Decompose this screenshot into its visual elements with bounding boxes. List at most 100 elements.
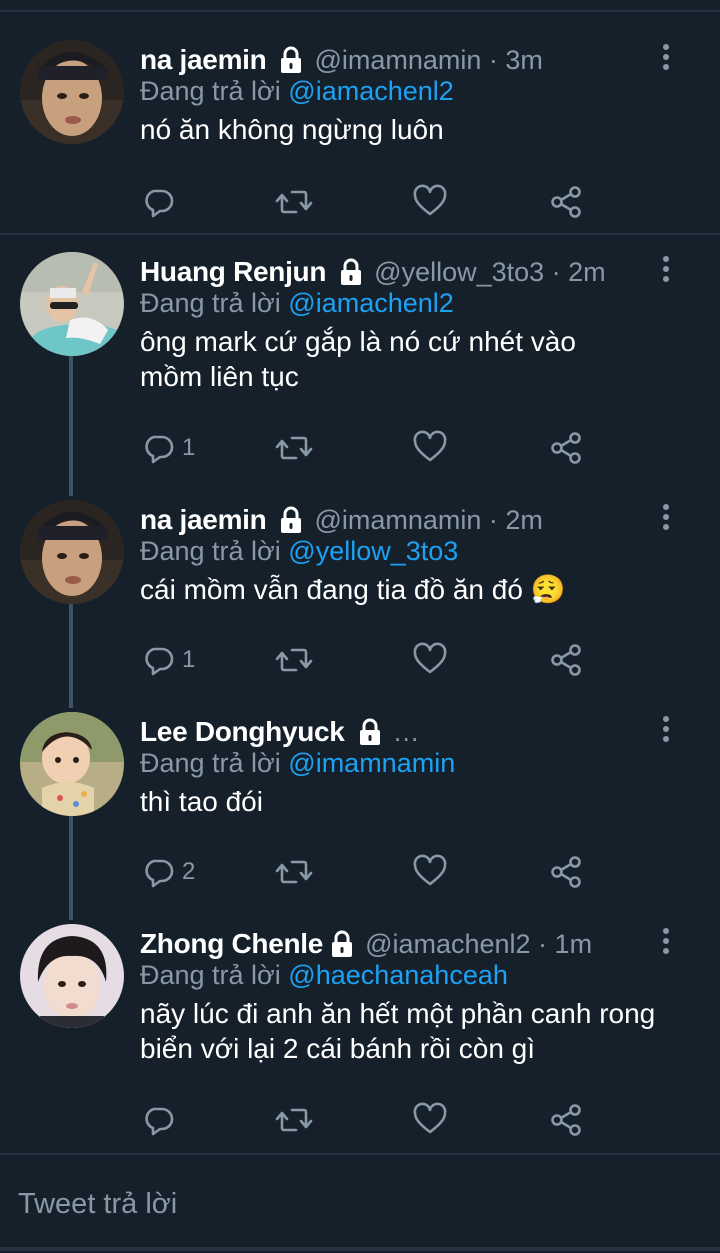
share-icon bbox=[551, 432, 581, 464]
reply-button[interactable] bbox=[140, 1102, 182, 1138]
retweet-icon bbox=[275, 436, 313, 460]
top-divider bbox=[0, 10, 720, 12]
share-icon bbox=[551, 644, 581, 676]
more-vertical-icon[interactable] bbox=[658, 928, 674, 958]
like-icon bbox=[413, 1102, 447, 1134]
like-button[interactable] bbox=[412, 430, 448, 466]
like-icon bbox=[413, 430, 447, 462]
tweet-text: nó ăn không ngừng luôn bbox=[140, 114, 444, 145]
retweet-button[interactable] bbox=[274, 1102, 314, 1138]
more-vertical-icon[interactable] bbox=[658, 504, 674, 534]
replying-prefix: Đang trả lời bbox=[140, 960, 281, 990]
like-button[interactable] bbox=[412, 642, 448, 678]
retweet-icon bbox=[275, 1108, 313, 1132]
retweet-button[interactable] bbox=[274, 854, 314, 890]
reply-count: 1 bbox=[182, 646, 196, 673]
reply-button[interactable] bbox=[140, 184, 182, 220]
display-name[interactable]: na jaemin bbox=[140, 44, 267, 76]
tweet[interactable]: na jaemin @imamnamin · 2m Đang trả lời @… bbox=[0, 500, 720, 690]
tweet-actions bbox=[140, 184, 600, 220]
replying-to: Đang trả lời @iamachenl2 bbox=[140, 288, 454, 319]
reply-button[interactable]: 1 bbox=[140, 642, 195, 678]
like-icon bbox=[413, 854, 447, 886]
reply-composer bbox=[0, 1153, 720, 1253]
mention-link[interactable]: @iamachenl2 bbox=[288, 76, 454, 106]
retweet-icon bbox=[275, 648, 313, 672]
like-button[interactable] bbox=[412, 854, 448, 890]
reply-input[interactable] bbox=[16, 1181, 700, 1227]
username-and-time[interactable]: @imamnamin · 2m bbox=[314, 505, 542, 536]
lock-icon bbox=[327, 929, 357, 959]
share-button[interactable] bbox=[548, 854, 584, 890]
tweet-text: ông mark cứ gắp là nó cứ nhét vào mồm li… bbox=[140, 326, 576, 392]
mention-link[interactable]: @iamachenl2 bbox=[288, 288, 454, 318]
username-and-time[interactable]: @yellow_3to3 · 2m bbox=[374, 257, 606, 288]
username-and-time[interactable]: @imamnamin · 3m bbox=[314, 45, 542, 76]
retweet-button[interactable] bbox=[274, 184, 314, 220]
share-button[interactable] bbox=[548, 184, 584, 220]
mention-link[interactable]: @haechanahceah bbox=[288, 960, 508, 990]
mention-link[interactable]: @imamnamin bbox=[288, 748, 455, 778]
tweet[interactable]: Huang Renjun @yellow_3to3 · 2m Đang trả … bbox=[0, 252, 720, 482]
share-button[interactable] bbox=[548, 430, 584, 466]
replying-to: Đang trả lời @iamachenl2 bbox=[140, 76, 454, 107]
username-and-time[interactable]: … bbox=[393, 717, 420, 748]
replying-to: Đang trả lời @imamnamin bbox=[140, 748, 455, 779]
bottom-divider bbox=[0, 1247, 720, 1251]
reply-icon bbox=[145, 189, 174, 218]
share-icon bbox=[551, 856, 581, 888]
reply-icon bbox=[145, 859, 174, 888]
like-icon bbox=[413, 642, 447, 674]
display-name[interactable]: Lee Donghyuck bbox=[140, 716, 345, 748]
replying-prefix: Đang trả lời bbox=[140, 76, 281, 106]
tweet-actions: 1 bbox=[140, 642, 600, 678]
retweet-button[interactable] bbox=[274, 642, 314, 678]
tweet-actions: 1 bbox=[140, 430, 600, 466]
tweet-text: thì tao đói bbox=[140, 786, 263, 817]
display-name[interactable]: Huang Renjun bbox=[140, 256, 326, 288]
retweet-icon bbox=[275, 190, 313, 214]
lock-icon bbox=[276, 45, 306, 75]
replying-prefix: Đang trả lời bbox=[140, 536, 281, 566]
share-button[interactable] bbox=[548, 642, 584, 678]
replying-to: Đang trả lời @yellow_3to3 bbox=[140, 536, 458, 567]
tweet-actions bbox=[140, 1102, 600, 1138]
avatar[interactable] bbox=[20, 500, 124, 604]
like-icon bbox=[413, 184, 447, 216]
more-vertical-icon[interactable] bbox=[658, 716, 674, 746]
retweet-icon bbox=[275, 860, 313, 884]
reply-count: 1 bbox=[182, 434, 196, 461]
avatar[interactable] bbox=[20, 40, 124, 144]
more-vertical-icon[interactable] bbox=[658, 256, 674, 286]
reply-button[interactable]: 2 bbox=[140, 854, 195, 890]
retweet-button[interactable] bbox=[274, 430, 314, 466]
share-button[interactable] bbox=[548, 1102, 584, 1138]
like-button[interactable] bbox=[412, 1102, 448, 1138]
username-and-time[interactable]: @iamachenl2 · 1m bbox=[365, 929, 592, 960]
more-vertical-icon[interactable] bbox=[658, 44, 674, 74]
lock-icon bbox=[355, 717, 385, 747]
share-icon bbox=[551, 186, 581, 218]
reply-count: 2 bbox=[182, 858, 196, 885]
avatar[interactable] bbox=[20, 924, 124, 1028]
tweet-actions: 2 bbox=[140, 854, 600, 890]
mention-link[interactable]: @yellow_3to3 bbox=[288, 536, 458, 566]
like-button[interactable] bbox=[412, 184, 448, 220]
replying-prefix: Đang trả lời bbox=[140, 288, 281, 318]
tweet-divider bbox=[0, 233, 720, 235]
reply-button[interactable]: 1 bbox=[140, 430, 195, 466]
avatar[interactable] bbox=[20, 712, 124, 816]
reply-icon bbox=[145, 1107, 174, 1136]
tweet[interactable]: Lee Donghyuck … Đang trả lời @imamnamin … bbox=[0, 712, 720, 902]
avatar[interactable] bbox=[20, 252, 124, 356]
reply-icon bbox=[145, 435, 174, 464]
reply-icon bbox=[145, 647, 174, 676]
display-name[interactable]: Zhong Chenle bbox=[140, 928, 323, 960]
tweet[interactable]: Zhong Chenle @iamachenl2 · 1m Đang trả l… bbox=[0, 924, 720, 1144]
replying-to: Đang trả lời @haechanahceah bbox=[140, 960, 508, 991]
share-icon bbox=[551, 1104, 581, 1136]
display-name[interactable]: na jaemin bbox=[140, 504, 267, 536]
tweet-text: nãy lúc đi anh ăn hết một phần canh rong… bbox=[140, 998, 656, 1064]
tweet[interactable]: na jaemin @imamnamin · 3m Đang trả lời @… bbox=[0, 40, 720, 230]
tweet-text: cái mồm vẫn đang tia đồ ăn đó 😮‍💨 bbox=[140, 574, 566, 605]
